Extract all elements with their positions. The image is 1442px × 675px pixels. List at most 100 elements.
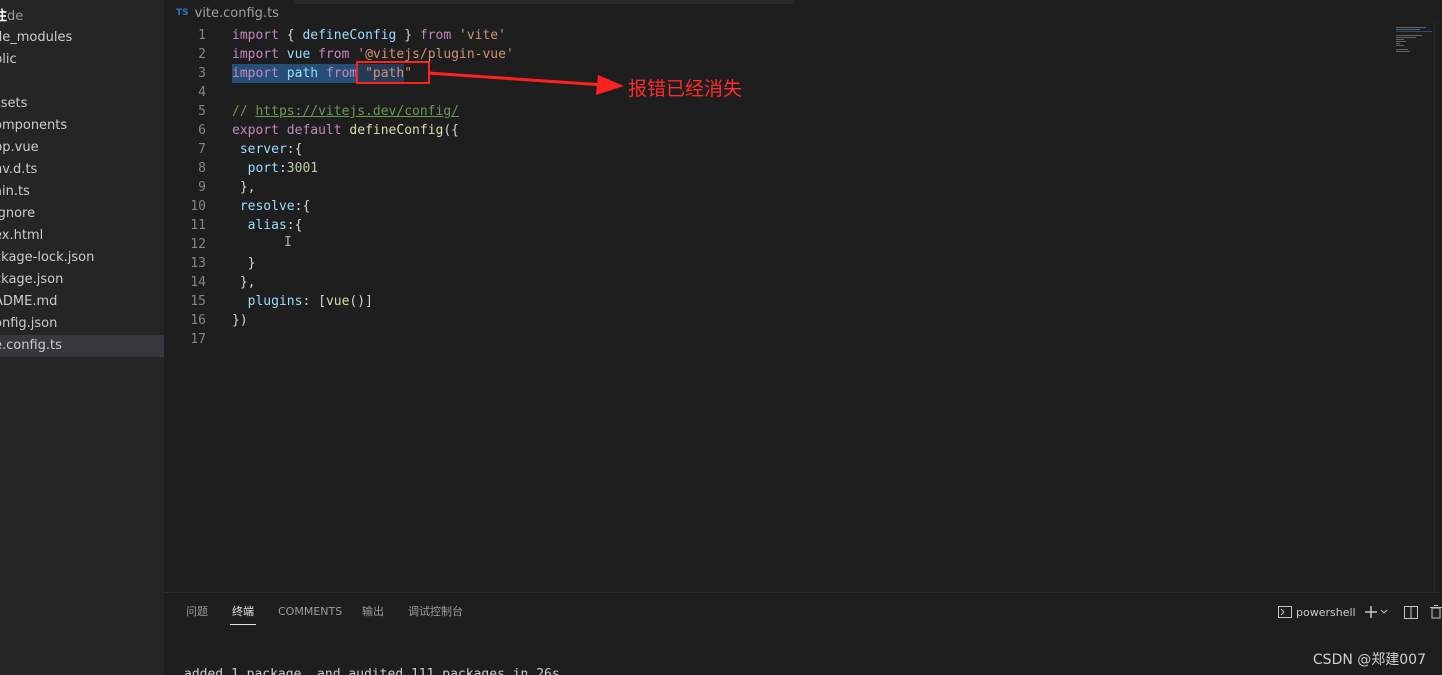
code-line[interactable]: 7 server:{ <box>164 140 1384 159</box>
code-token: defineConfig <box>302 28 397 43</box>
code-editor[interactable]: 1 import { defineConfig } from 'vite' 2 imp… <box>164 22 1442 592</box>
explorer-item-gitignore[interactable]: ignore <box>0 203 164 225</box>
code-token: :{ <box>294 199 311 214</box>
vscode-window: 注de de_modules blic ssets omponents pp.v… <box>0 0 1442 675</box>
explorer-item-label: pp.vue <box>0 140 39 155</box>
code-line[interactable]: 15 plugins: [vue()] <box>164 292 1384 311</box>
explorer-item-app-vue[interactable]: pp.vue <box>0 137 164 159</box>
code-line[interactable]: 10 resolve:{ <box>164 197 1384 216</box>
code-line[interactable]: 17 <box>164 330 1384 349</box>
line-number: 10 <box>190 199 206 214</box>
panel-tab-debug-console[interactable]: 调试控制台 <box>408 602 463 622</box>
code-token: from <box>325 66 358 81</box>
trash-icon[interactable] <box>1429 605 1442 619</box>
explorer-item-node-modules[interactable]: de_modules <box>0 27 164 49</box>
code-text: }, <box>232 273 256 292</box>
code-line[interactable]: 12 <box>164 235 1384 254</box>
editor-scrollbar[interactable] <box>1434 22 1442 592</box>
code-line[interactable]: 3 import path from "path" <box>164 64 1384 83</box>
code-token: vue <box>325 294 350 309</box>
code-token: }) <box>232 313 248 328</box>
code-line[interactable]: 14 }, <box>164 273 1384 292</box>
code-token: plugins <box>247 294 303 309</box>
line-number: 13 <box>190 256 206 271</box>
explorer-item-tsconfig-json[interactable]: onfig.json <box>0 313 164 335</box>
code-text: server:{ <box>232 140 303 159</box>
code-token: import <box>232 28 279 43</box>
explorer-item-public[interactable]: blic <box>0 49 164 71</box>
code-token: https://vitejs.dev/config/ <box>255 104 459 119</box>
code-text: } <box>232 254 256 273</box>
typescript-file-icon: TS <box>176 8 189 18</box>
explorer-item-label: ex.html <box>0 228 44 243</box>
code-token: path <box>286 66 319 81</box>
code-token: from <box>419 28 452 43</box>
explorer-item-package-lock-json[interactable]: ckage-lock.json <box>0 247 164 269</box>
explorer-item-vite-config-ts[interactable]: e.config.ts <box>0 335 164 357</box>
explorer-item-node[interactable]: 注de <box>0 6 164 28</box>
highlight-box <box>356 61 430 84</box>
code-text: import { defineConfig } from 'vite' <box>232 26 506 45</box>
overlay-char: 注 <box>0 9 8 24</box>
explorer-sidebar: 注de de_modules blic ssets omponents pp.v… <box>0 0 164 675</box>
explorer-item-components[interactable]: omponents <box>0 115 164 137</box>
code-line[interactable]: 9 }, <box>164 178 1384 197</box>
panel-tab-problems[interactable]: 问题 <box>186 602 208 622</box>
code-token: import <box>232 47 279 62</box>
editor-tab-vite-config[interactable]: TS vite.config.ts <box>176 3 279 23</box>
plus-icon[interactable] <box>1364 605 1378 619</box>
code-line[interactable]: 16}) <box>164 311 1384 330</box>
split-terminal-icon[interactable] <box>1403 605 1418 619</box>
code-line[interactable]: 11 alias:{ <box>164 216 1384 235</box>
code-token: : [ <box>302 294 326 309</box>
annotation-text: 报错已经消失 <box>628 78 743 100</box>
code-line[interactable]: 2 import vue from '@vitejs/plugin-vue' <box>164 45 1384 64</box>
code-line[interactable]: 1 import { defineConfig } from 'vite' <box>164 26 1384 45</box>
code-token: : <box>278 161 287 176</box>
explorer-item-label: ckage.json <box>0 272 64 287</box>
code-line[interactable]: 4 <box>164 83 1384 102</box>
minimap-line <box>1396 41 1406 42</box>
explorer-item-index-html[interactable]: ex.html <box>0 225 164 247</box>
panel-tab-terminal[interactable]: 终端 <box>232 602 254 622</box>
code-token: default <box>286 123 342 138</box>
explorer-item-main-ts[interactable]: ain.ts <box>0 181 164 203</box>
code-line[interactable]: 5 // https://vitejs.dev/config/ <box>164 102 1384 121</box>
explorer-item-readme-md[interactable]: ADME.md <box>0 291 164 313</box>
bottom-panel: 问题 终端 COMMENTS 输出 调试控制台 powershell added… <box>164 592 1442 675</box>
explorer-item-assets[interactable]: ssets <box>0 93 164 115</box>
explorer-item-package-json[interactable]: ckage.json <box>0 269 164 291</box>
code-token: } <box>396 28 420 43</box>
line-number: 12 <box>190 237 206 252</box>
code-line[interactable]: 8 port:3001 <box>164 159 1384 178</box>
code-text: }, <box>232 178 256 197</box>
tab-strip-scrollbar[interactable] <box>294 0 794 4</box>
minimap-line <box>1396 31 1432 32</box>
code-token: defineConfig <box>349 123 444 138</box>
panel-tab-output[interactable]: 输出 <box>362 602 384 622</box>
line-number: 5 <box>198 104 206 119</box>
explorer-item-label: blic <box>0 52 17 67</box>
explorer-item-env-d-ts[interactable]: nv.d.ts <box>0 159 164 181</box>
line-number: 1 <box>198 28 206 43</box>
code-token: :{ <box>286 142 303 157</box>
explorer-item-label: e.config.ts <box>0 338 62 353</box>
code-text: resolve:{ <box>232 197 310 216</box>
chevron-down-icon[interactable] <box>1380 608 1388 616</box>
minimap-line <box>1396 49 1408 50</box>
terminal-shell-selector[interactable]: powershell <box>1278 606 1356 619</box>
line-number: 8 <box>198 161 206 176</box>
line-number: 15 <box>190 294 206 309</box>
panel-tab-comments[interactable]: COMMENTS <box>278 602 342 622</box>
code-token: :{ <box>286 218 303 233</box>
code-line[interactable]: 13 } <box>164 254 1384 273</box>
code-token: // <box>232 104 256 119</box>
code-line[interactable]: 6 export default defineConfig({ <box>164 121 1384 140</box>
